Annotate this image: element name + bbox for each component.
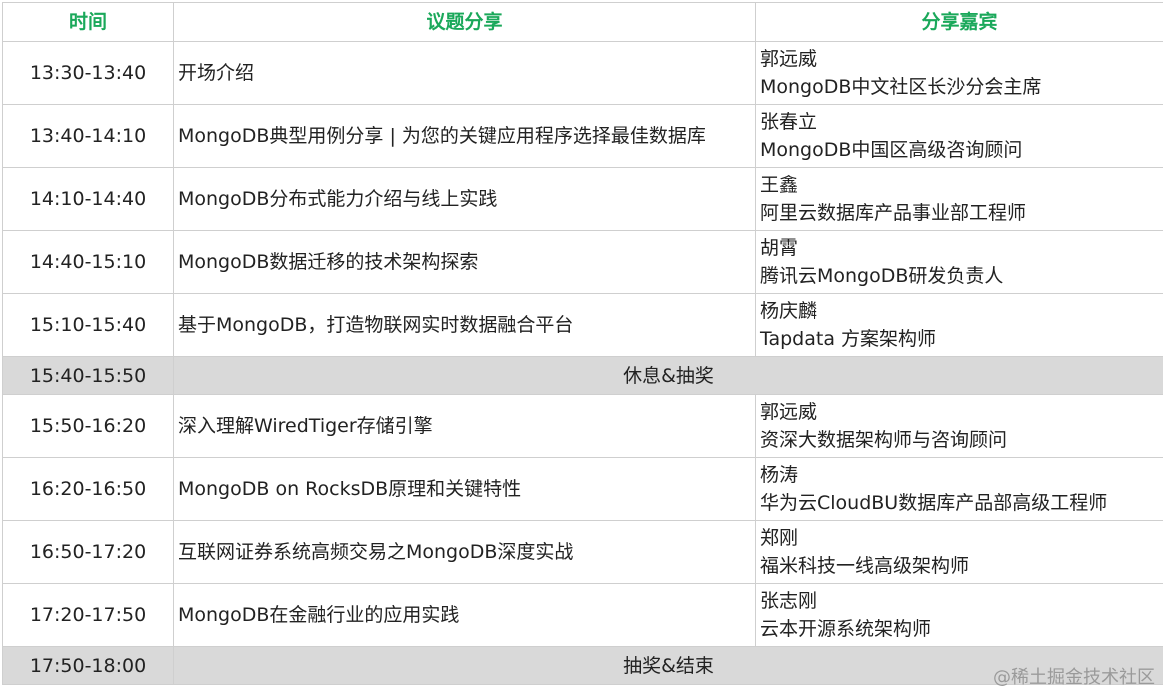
session-speaker: 郭远威 MongoDB中文社区长沙分会主席 (755, 41, 1163, 105)
table-row: 15:10-15:40 基于MongoDB，打造物联网实时数据融合平台 杨庆麟 … (2, 293, 1163, 357)
session-time: 16:50-17:20 (2, 520, 174, 584)
header-topic: 议题分享 (173, 2, 756, 42)
session-speaker: 张志刚 云本开源系统架构师 (755, 583, 1163, 647)
table-row: 16:50-17:20 互联网证券系统高频交易之MongoDB深度实战 郑刚 福… (2, 520, 1163, 584)
watermark: @稀土掘金技术社区 (993, 667, 1155, 688)
session-speaker: 杨庆麟 Tapdata 方案架构师 (755, 293, 1163, 357)
speaker-title: 云本开源系统架构师 (760, 618, 932, 640)
speaker-name: 张志刚 (760, 590, 818, 612)
agenda-table: 时间 议题分享 分享嘉宾 13:30-13:40 开场介绍 郭远威 MongoD… (2, 2, 1163, 685)
speaker-name: 杨庆麟 (760, 300, 818, 322)
speaker-name: 郑刚 (760, 527, 799, 549)
table-row: 13:40-14:10 MongoDB典型用例分享 | 为您的关键应用程序选择最… (2, 104, 1163, 168)
speaker-title: MongoDB中文社区长沙分会主席 (760, 76, 1042, 98)
speaker-name: 王鑫 (760, 174, 799, 196)
speaker-name: 郭远威 (760, 48, 818, 70)
session-speaker: 杨涛 华为云CloudBU数据库产品部高级工程师 (755, 457, 1163, 521)
break-row: 17:50-18:00 抽奖&结束 (2, 646, 1163, 685)
break-time: 17:50-18:00 (2, 646, 174, 685)
break-label: 休息&抽奖 (173, 356, 1163, 395)
table-row: 13:30-13:40 开场介绍 郭远威 MongoDB中文社区长沙分会主席 (2, 41, 1163, 105)
session-speaker: 王鑫 阿里云数据库产品事业部工程师 (755, 167, 1163, 231)
session-time: 16:20-16:50 (2, 457, 174, 521)
speaker-name: 郭远威 (760, 401, 818, 423)
session-time: 13:30-13:40 (2, 41, 174, 105)
speaker-title: 华为云CloudBU数据库产品部高级工程师 (760, 492, 1108, 514)
session-topic: MongoDB on RocksDB原理和关键特性 (173, 457, 756, 521)
session-topic: MongoDB典型用例分享 | 为您的关键应用程序选择最佳数据库 (173, 104, 756, 168)
session-speaker: 郑刚 福米科技一线高级架构师 (755, 520, 1163, 584)
speaker-title: MongoDB中国区高级咨询顾问 (760, 139, 1023, 161)
speaker-name: 张春立 (760, 111, 818, 133)
table-row: 17:20-17:50 MongoDB在金融行业的应用实践 张志刚 云本开源系统… (2, 583, 1163, 647)
table-row: 14:40-15:10 MongoDB数据迁移的技术架构探索 胡霄 腾讯云Mon… (2, 230, 1163, 294)
break-time: 15:40-15:50 (2, 356, 174, 395)
speaker-title: 资深大数据架构师与咨询顾问 (760, 429, 1008, 451)
session-topic: 互联网证券系统高频交易之MongoDB深度实战 (173, 520, 756, 584)
session-time: 14:10-14:40 (2, 167, 174, 231)
header-speaker: 分享嘉宾 (755, 2, 1163, 42)
session-speaker: 张春立 MongoDB中国区高级咨询顾问 (755, 104, 1163, 168)
session-topic: 开场介绍 (173, 41, 756, 105)
header-row: 时间 议题分享 分享嘉宾 (2, 2, 1163, 42)
speaker-title: 福米科技一线高级架构师 (760, 555, 970, 577)
session-topic: 基于MongoDB，打造物联网实时数据融合平台 (173, 293, 756, 357)
session-speaker: 胡霄 腾讯云MongoDB研发负责人 (755, 230, 1163, 294)
speaker-title: 腾讯云MongoDB研发负责人 (760, 265, 1004, 287)
session-topic: 深入理解WiredTiger存储引擎 (173, 394, 756, 458)
session-time: 17:20-17:50 (2, 583, 174, 647)
session-time: 13:40-14:10 (2, 104, 174, 168)
speaker-name: 杨涛 (760, 464, 799, 486)
break-row: 15:40-15:50 休息&抽奖 (2, 356, 1163, 395)
session-topic: MongoDB在金融行业的应用实践 (173, 583, 756, 647)
header-time: 时间 (2, 2, 174, 42)
session-time: 15:50-16:20 (2, 394, 174, 458)
speaker-name: 胡霄 (760, 237, 799, 259)
speaker-title: 阿里云数据库产品事业部工程师 (760, 202, 1027, 224)
session-topic: MongoDB数据迁移的技术架构探索 (173, 230, 756, 294)
session-time: 14:40-15:10 (2, 230, 174, 294)
session-speaker: 郭远威 资深大数据架构师与咨询顾问 (755, 394, 1163, 458)
table-row: 16:20-16:50 MongoDB on RocksDB原理和关键特性 杨涛… (2, 457, 1163, 521)
table-row: 15:50-16:20 深入理解WiredTiger存储引擎 郭远威 资深大数据… (2, 394, 1163, 458)
session-topic: MongoDB分布式能力介绍与线上实践 (173, 167, 756, 231)
session-time: 15:10-15:40 (2, 293, 174, 357)
table-row: 14:10-14:40 MongoDB分布式能力介绍与线上实践 王鑫 阿里云数据… (2, 167, 1163, 231)
speaker-title: Tapdata 方案架构师 (760, 328, 937, 350)
